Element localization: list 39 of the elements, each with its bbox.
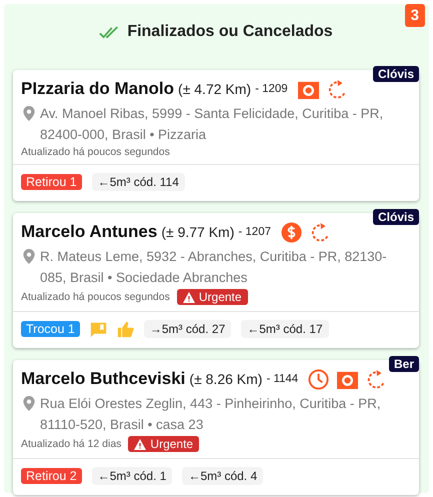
status-chip: Retirou 1	[21, 174, 82, 190]
assignee-badge: Clóvis	[372, 209, 419, 225]
location-pin-icon	[23, 106, 35, 121]
urgent-badge: Urgente	[176, 289, 248, 305]
updated-text: Atualizado há 12 dias	[21, 438, 122, 450]
order-code: - 1144	[266, 373, 298, 385]
distance-text: (± 8.26 Km)	[189, 371, 262, 387]
distance-text: (± 4.72 Km)	[178, 81, 252, 97]
container-chip: ←5m³ cód. 114	[92, 173, 185, 191]
container-chip: ←5m³ cód. 4	[182, 467, 264, 485]
count-badge: 3	[404, 4, 425, 27]
address-text: Rua Elói Orestes Zeglin, 443 - Pinheirinho, Curitiba - PR, 81110-520, Brasil • casa 23	[40, 395, 382, 434]
client-name: PIzzaria do Manolo	[21, 79, 174, 99]
client-name: Marcelo Buthceviski	[21, 369, 186, 389]
updated-text: Atualizado há poucos segundos	[21, 291, 170, 303]
comment-icon	[90, 320, 107, 338]
refresh-icon	[326, 78, 348, 100]
address-text: R. Mateus Leme, 5932 - Abranches, Curitiba - PR, 82130-085, Brasil • Sociedade Abranches	[40, 248, 388, 287]
updated-text: Atualizado há poucos segundos	[21, 146, 170, 158]
assignee-badge: Ber	[388, 356, 419, 372]
location-pin-icon	[23, 249, 35, 264]
order-code: - 1207	[238, 226, 271, 238]
status-chip: Retirou 2	[21, 468, 82, 484]
distance-text: (± 9.77 Km)	[161, 224, 234, 240]
address-text: Av. Manoel Ribas, 5999 - Santa Felicidade, Curitiba - PR, 82400-000, Brasil • Pizzaria	[40, 105, 384, 144]
assignee-badge: Clóvis	[372, 66, 419, 82]
client-name: Marcelo Antunes	[21, 222, 158, 242]
status-chip: Trocou 1	[21, 321, 80, 337]
container-chip: ←5m³ cód. 1	[92, 467, 172, 485]
container-chip: →5m³ cód. 27	[144, 320, 232, 338]
order-code: - 1209	[255, 83, 288, 95]
container-chip: ←5m³ cód. 17	[241, 320, 329, 338]
refresh-icon	[310, 222, 331, 242]
clock-icon	[308, 368, 330, 390]
thumbs-up-icon	[116, 320, 134, 338]
panel-title: Finalizados ou Cancelados	[127, 23, 333, 41]
dollar-icon	[281, 222, 302, 242]
location-pin-icon	[23, 396, 35, 411]
urgent-badge: Urgente	[128, 436, 200, 452]
